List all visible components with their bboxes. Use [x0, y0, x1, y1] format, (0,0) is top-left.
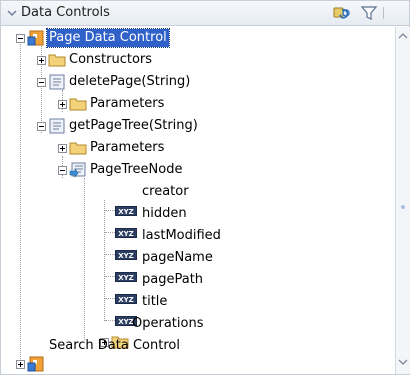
data-control-icon	[27, 30, 44, 46]
svg-text:XYZ: XYZ	[118, 208, 134, 216]
tree-item-operations[interactable]: Operations	[130, 313, 205, 335]
svg-text:XYZ: XYZ	[118, 296, 134, 304]
method-icon	[49, 74, 65, 90]
refresh-icon[interactable]	[333, 5, 351, 21]
tree-line	[20, 38, 21, 365]
data-controls-panel: Data Controls Page Data Control Construc…	[0, 0, 410, 375]
scroll-down-icon[interactable]	[398, 357, 408, 367]
tree-line	[105, 232, 115, 233]
tree-item-pagetreenode[interactable]: PageTreeNode	[88, 159, 185, 181]
expand-toggle[interactable]	[16, 360, 25, 369]
folder-icon	[69, 98, 87, 111]
scroll-up-icon[interactable]	[398, 31, 408, 41]
filter-icon[interactable]	[360, 5, 378, 21]
tree-item-label: Page Data Control	[46, 28, 170, 48]
tree-item-label: pagePath	[142, 272, 204, 287]
folder-icon	[69, 142, 87, 155]
svg-text:XYZ: XYZ	[118, 230, 134, 238]
attribute-icon: XYZ	[115, 272, 137, 282]
tree-item-constructors[interactable]: Constructors	[67, 49, 154, 71]
tree-line	[105, 254, 115, 255]
scroll-thumb[interactable]	[398, 45, 408, 375]
tree-item-label: Parameters	[90, 140, 165, 155]
tree-line	[104, 200, 105, 321]
tree-item-label: getPageTree(String)	[69, 118, 198, 133]
tree-item-attribute[interactable]: title	[140, 291, 169, 313]
toolbar-separator	[383, 7, 384, 19]
tree-line	[84, 178, 85, 340]
tree-item-label: Constructors	[69, 52, 153, 67]
tree-item-attribute[interactable]: pagePath	[140, 269, 205, 291]
tree-item-attribute[interactable]: lastModified	[140, 225, 223, 247]
expand-toggle[interactable]	[58, 144, 67, 153]
tree-item-parameters[interactable]: Parameters	[88, 137, 166, 159]
tree-item-label: deletePage(String)	[69, 74, 191, 89]
tree-item-attribute[interactable]: creator	[140, 181, 191, 203]
tree-item-label: Search Data Control	[49, 338, 180, 353]
collapse-toggle[interactable]	[37, 122, 46, 131]
tree-line	[105, 210, 115, 211]
tree-item-label: Operations	[132, 316, 204, 331]
expand-toggle[interactable]	[37, 56, 46, 65]
svg-text:XYZ: XYZ	[118, 274, 134, 282]
tree-item-attribute[interactable]: hidden	[140, 203, 189, 225]
collapse-toggle[interactable]	[16, 34, 25, 43]
panel-title: Data Controls	[21, 5, 110, 20]
vertical-scrollbar[interactable]	[395, 27, 410, 374]
tree-item-label: creator	[142, 184, 189, 199]
tree-item-label: title	[142, 294, 168, 309]
tree-item-search-data-control[interactable]: Search Data Control	[47, 335, 182, 357]
attribute-icon: XYZ	[115, 228, 137, 238]
tree-line	[105, 298, 115, 299]
panel-header: Data Controls	[1, 1, 409, 26]
attribute-icon: XYZ	[115, 294, 137, 304]
collapse-chevron-icon[interactable]	[7, 8, 17, 18]
tree-line	[105, 320, 115, 321]
tree-item-label: PageTreeNode	[90, 162, 183, 177]
method-icon	[49, 118, 65, 134]
tree-item-parameters[interactable]: Parameters	[88, 93, 166, 115]
data-control-icon	[27, 356, 44, 372]
tree-item-page-data-control[interactable]: Page Data Control	[46, 27, 170, 49]
tree-item-deletepage[interactable]: deletePage(String)	[67, 71, 192, 93]
tree-item-label: Parameters	[90, 96, 165, 111]
tree-item-getpagetree[interactable]: getPageTree(String)	[67, 115, 200, 137]
tree-item-label: pageName	[142, 250, 213, 265]
tree-item-label: hidden	[142, 206, 187, 221]
collapse-toggle[interactable]	[37, 78, 46, 87]
expand-toggle[interactable]	[58, 100, 67, 109]
tree-line	[105, 276, 115, 277]
attribute-icon: XYZ	[115, 250, 137, 260]
attribute-icon: XYZ	[115, 206, 137, 216]
collapse-toggle[interactable]	[58, 166, 67, 175]
data-controls-tree: Page Data Control Constructors deletePag…	[1, 27, 395, 376]
collection-icon	[69, 162, 86, 178]
svg-text:XYZ: XYZ	[118, 252, 134, 260]
folder-icon	[48, 54, 66, 67]
tree-item-attribute[interactable]: pageName	[140, 247, 215, 269]
tree-item-label: lastModified	[142, 228, 221, 243]
